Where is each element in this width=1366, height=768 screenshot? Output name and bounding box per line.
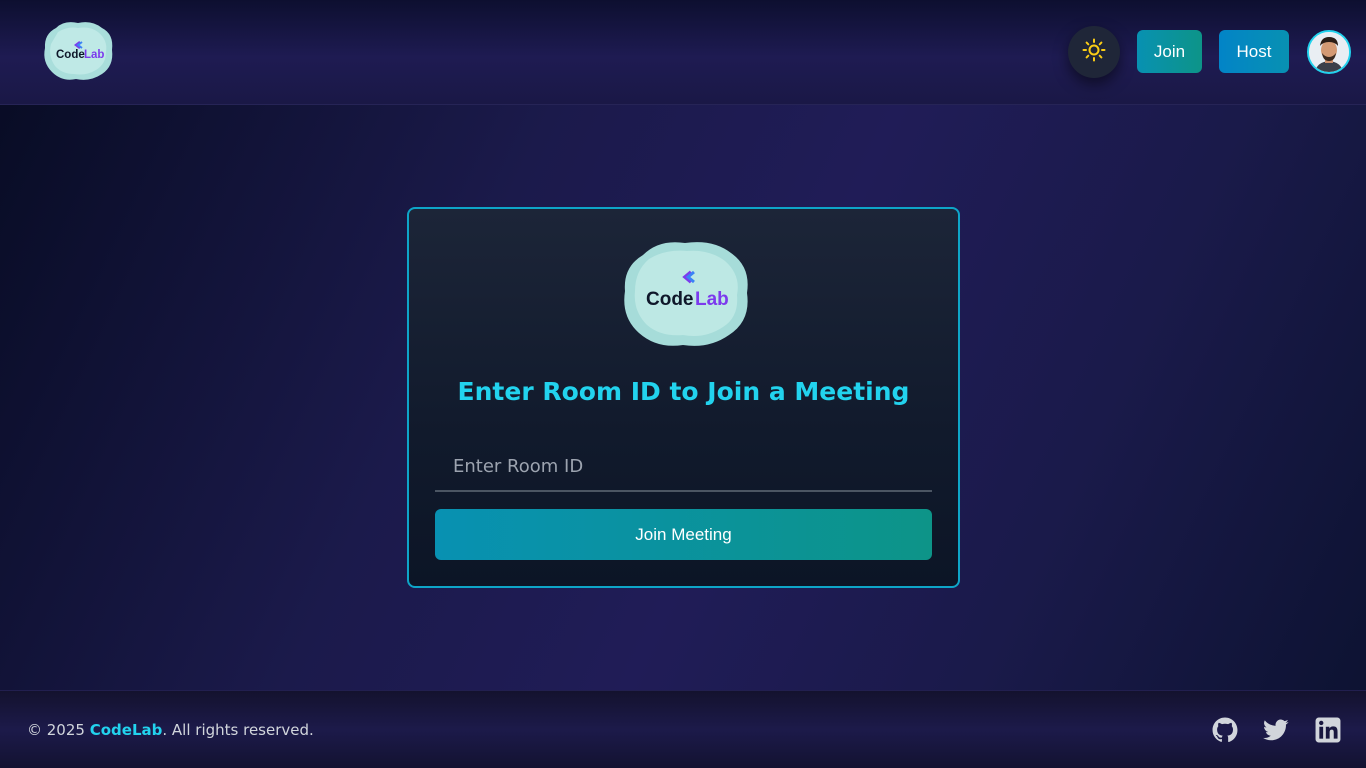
linkedin-icon[interactable] bbox=[1315, 717, 1341, 743]
footer: © 2025 CodeLab. All rights reserved. bbox=[0, 690, 1366, 768]
theme-toggle-button[interactable] bbox=[1068, 26, 1120, 78]
twitter-icon[interactable] bbox=[1263, 717, 1289, 743]
join-meeting-button[interactable]: Join Meeting bbox=[435, 509, 932, 560]
logo-text-code: Code bbox=[646, 289, 694, 310]
copyright-prefix: © 2025 bbox=[27, 721, 90, 739]
room-id-input[interactable] bbox=[435, 442, 932, 492]
github-icon[interactable] bbox=[1212, 717, 1238, 743]
copyright-suffix: . All rights reserved. bbox=[162, 721, 314, 739]
copyright-text: © 2025 CodeLab. All rights reserved. bbox=[27, 721, 314, 739]
sun-icon bbox=[1082, 38, 1106, 66]
footer-brand[interactable]: CodeLab bbox=[90, 721, 163, 739]
codelab-logo-large: Code Lab bbox=[621, 239, 751, 349]
logo-text-lab: Lab bbox=[84, 49, 104, 61]
host-button[interactable]: Host bbox=[1219, 30, 1289, 73]
logo-text-code: Code bbox=[56, 49, 85, 61]
top-navbar: Code Lab Join Host bbox=[0, 0, 1366, 105]
card-title: Enter Room ID to Join a Meeting bbox=[457, 377, 910, 406]
user-avatar[interactable] bbox=[1307, 30, 1351, 74]
join-button[interactable]: Join bbox=[1137, 30, 1202, 73]
join-meeting-card: Code Lab Enter Room ID to Join a Meeting… bbox=[407, 207, 960, 588]
codelab-logo[interactable]: Code Lab bbox=[42, 20, 114, 82]
logo-text-lab: Lab bbox=[695, 289, 729, 310]
